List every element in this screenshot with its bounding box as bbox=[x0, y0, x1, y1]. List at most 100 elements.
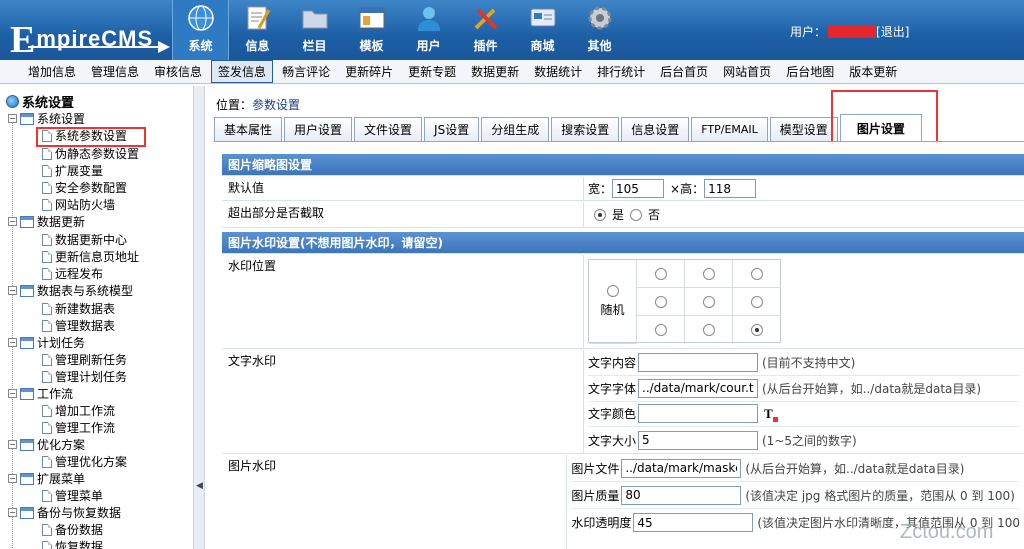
position-top-right[interactable] bbox=[733, 260, 781, 288]
breadcrumb-link[interactable]: 参数设置 bbox=[252, 98, 300, 112]
nav-plugin[interactable]: 插件 bbox=[457, 0, 514, 60]
tree-group-tables-models[interactable]: − 数据表与系统模型 bbox=[8, 282, 133, 299]
position-random-radio[interactable] bbox=[606, 285, 619, 297]
position-middle-center[interactable] bbox=[685, 288, 733, 316]
nav-user[interactable]: 用户 bbox=[400, 0, 457, 60]
thumb-width-input[interactable] bbox=[612, 179, 665, 198]
subnav-admin-home[interactable]: 后台首页 bbox=[654, 61, 714, 82]
page-icon bbox=[42, 404, 52, 417]
page-icon bbox=[42, 233, 52, 246]
nav-template[interactable]: 模板 bbox=[343, 0, 400, 60]
tree-item-security-params[interactable]: 安全参数配置 bbox=[42, 179, 127, 196]
logout-link[interactable]: [退出] bbox=[876, 23, 909, 40]
folder-icon bbox=[20, 112, 34, 125]
subnav-site-home[interactable]: 网站首页 bbox=[717, 61, 777, 82]
tree-group-system-settings[interactable]: − 系统设置 bbox=[8, 110, 85, 127]
text-font-input[interactable] bbox=[638, 378, 758, 398]
thumb-crop-row: 超出部分是否截取 是 否 bbox=[222, 202, 1024, 228]
collapse-icon[interactable]: − bbox=[8, 474, 17, 483]
collapse-icon[interactable]: − bbox=[8, 440, 17, 449]
subnav-manage-info[interactable]: 管理信息 bbox=[85, 61, 145, 82]
page-icon bbox=[42, 455, 52, 468]
text-color-input[interactable] bbox=[638, 404, 758, 424]
subnav-data-stats[interactable]: 数据统计 bbox=[528, 61, 588, 82]
opacity-input[interactable] bbox=[633, 513, 754, 532]
text-size-input[interactable] bbox=[638, 430, 758, 450]
subnav-update-fragments[interactable]: 更新碎片 bbox=[339, 61, 399, 82]
subnav-data-update[interactable]: 数据更新 bbox=[465, 61, 525, 82]
tree-item-backup-data[interactable]: 备份数据 bbox=[42, 521, 103, 538]
tree-group-data-update[interactable]: − 数据更新 bbox=[8, 213, 85, 230]
subnav-ranking[interactable]: 排行统计 bbox=[591, 61, 651, 82]
image-file-input[interactable] bbox=[621, 458, 742, 478]
tree-item-manage-menu[interactable]: 管理菜单 bbox=[42, 487, 103, 504]
tree-item-refresh-tasks[interactable]: 管理刷新任务 bbox=[42, 351, 127, 368]
page-icon bbox=[42, 523, 52, 536]
tree-group-extend-menu[interactable]: − 扩展菜单 bbox=[8, 470, 85, 487]
tab-model[interactable]: 模型设置 bbox=[769, 117, 838, 141]
position-top-center[interactable] bbox=[685, 260, 733, 288]
subnav-comments[interactable]: 畅言评论 bbox=[276, 61, 336, 82]
tab-ftp-email[interactable]: FTP/EMAIL bbox=[691, 117, 768, 141]
collapse-icon[interactable]: − bbox=[8, 286, 17, 295]
tree-item-firewall[interactable]: 网站防火墙 bbox=[42, 196, 115, 213]
image-quality-input[interactable] bbox=[621, 485, 742, 505]
position-bottom-right[interactable] bbox=[733, 316, 781, 344]
position-top-left[interactable] bbox=[637, 260, 685, 288]
page-icon bbox=[42, 250, 52, 263]
collapse-icon[interactable]: − bbox=[8, 114, 17, 123]
tree-item-add-workflow[interactable]: 增加工作流 bbox=[42, 402, 115, 419]
tree-item-plan-tasks[interactable]: 管理计划任务 bbox=[42, 368, 127, 385]
crop-yes-radio[interactable] bbox=[594, 208, 606, 221]
tree-item-rewrite-params[interactable]: 伪静态参数设置 bbox=[42, 145, 139, 162]
nav-system[interactable]: 系统 bbox=[172, 0, 229, 60]
watermark-position-grid: 随机 bbox=[588, 259, 781, 344]
tab-basic[interactable]: 基本属性 bbox=[214, 117, 283, 141]
tree-group-backup[interactable]: − 备份与恢复数据 bbox=[8, 504, 121, 521]
nav-other[interactable]: 其他 bbox=[571, 0, 628, 60]
position-bottom-center[interactable] bbox=[685, 316, 733, 344]
tree-item-extend-vars[interactable]: 扩展变量 bbox=[42, 162, 103, 179]
thumb-height-input[interactable] bbox=[704, 179, 757, 198]
tab-file[interactable]: 文件设置 bbox=[354, 117, 423, 141]
tab-js[interactable]: JS设置 bbox=[424, 117, 480, 141]
subnav-version-update[interactable]: 版本更新 bbox=[843, 61, 903, 82]
tree-group-scheduled-tasks[interactable]: − 计划任务 bbox=[8, 334, 85, 351]
nav-column[interactable]: 栏目 bbox=[286, 0, 343, 60]
tree-item-new-table[interactable]: 新建数据表 bbox=[42, 300, 115, 317]
tree-item-manage-tables[interactable]: 管理数据表 bbox=[42, 317, 115, 334]
tab-search[interactable]: 搜索设置 bbox=[551, 117, 620, 141]
subnav-admin-map[interactable]: 后台地图 bbox=[780, 61, 840, 82]
collapse-icon[interactable]: − bbox=[8, 508, 17, 517]
subnav-sign-info[interactable]: 签发信息 bbox=[211, 60, 274, 83]
tree-item-manage-workflow[interactable]: 管理工作流 bbox=[42, 419, 115, 436]
tree-item-manage-optimize[interactable]: 管理优化方案 bbox=[42, 453, 127, 470]
tree-item-restore-data[interactable]: 恢复数据 bbox=[42, 538, 103, 549]
tree-item-update-page-url[interactable]: 更新信息页地址 bbox=[42, 248, 139, 265]
tab-user[interactable]: 用户设置 bbox=[284, 117, 353, 141]
collapse-icon[interactable]: − bbox=[8, 389, 17, 398]
nav-info[interactable]: 信息 bbox=[229, 0, 286, 60]
tree-item-remote-publish[interactable]: 远程发布 bbox=[42, 265, 103, 282]
position-random-cell[interactable]: 随机 bbox=[589, 260, 637, 344]
tab-group-gen[interactable]: 分组生成 bbox=[481, 117, 550, 141]
tree-item-data-update-center[interactable]: 数据更新中心 bbox=[42, 231, 127, 248]
subnav-review-info[interactable]: 审核信息 bbox=[148, 61, 208, 82]
crop-no-radio[interactable] bbox=[630, 208, 643, 221]
tab-info[interactable]: 信息设置 bbox=[621, 117, 690, 141]
text-content-input[interactable] bbox=[638, 352, 758, 372]
subnav-update-topics[interactable]: 更新专题 bbox=[402, 61, 462, 82]
user-icon bbox=[415, 4, 443, 32]
position-middle-right[interactable] bbox=[733, 288, 781, 316]
color-picker-icon[interactable]: T bbox=[764, 406, 778, 422]
collapse-icon[interactable]: − bbox=[8, 338, 17, 347]
sidebar-toggle[interactable]: ◀ bbox=[193, 86, 205, 549]
tree-group-workflow[interactable]: − 工作流 bbox=[8, 385, 73, 402]
tree-root[interactable]: 系统设置 bbox=[6, 93, 74, 111]
position-middle-left[interactable] bbox=[637, 288, 685, 316]
collapse-icon[interactable]: − bbox=[8, 217, 17, 226]
subnav-add-info[interactable]: 增加信息 bbox=[22, 61, 82, 82]
nav-shop[interactable]: 商城 bbox=[514, 0, 571, 60]
position-bottom-left[interactable] bbox=[637, 316, 685, 344]
tree-group-optimize[interactable]: − 优化方案 bbox=[8, 436, 85, 453]
